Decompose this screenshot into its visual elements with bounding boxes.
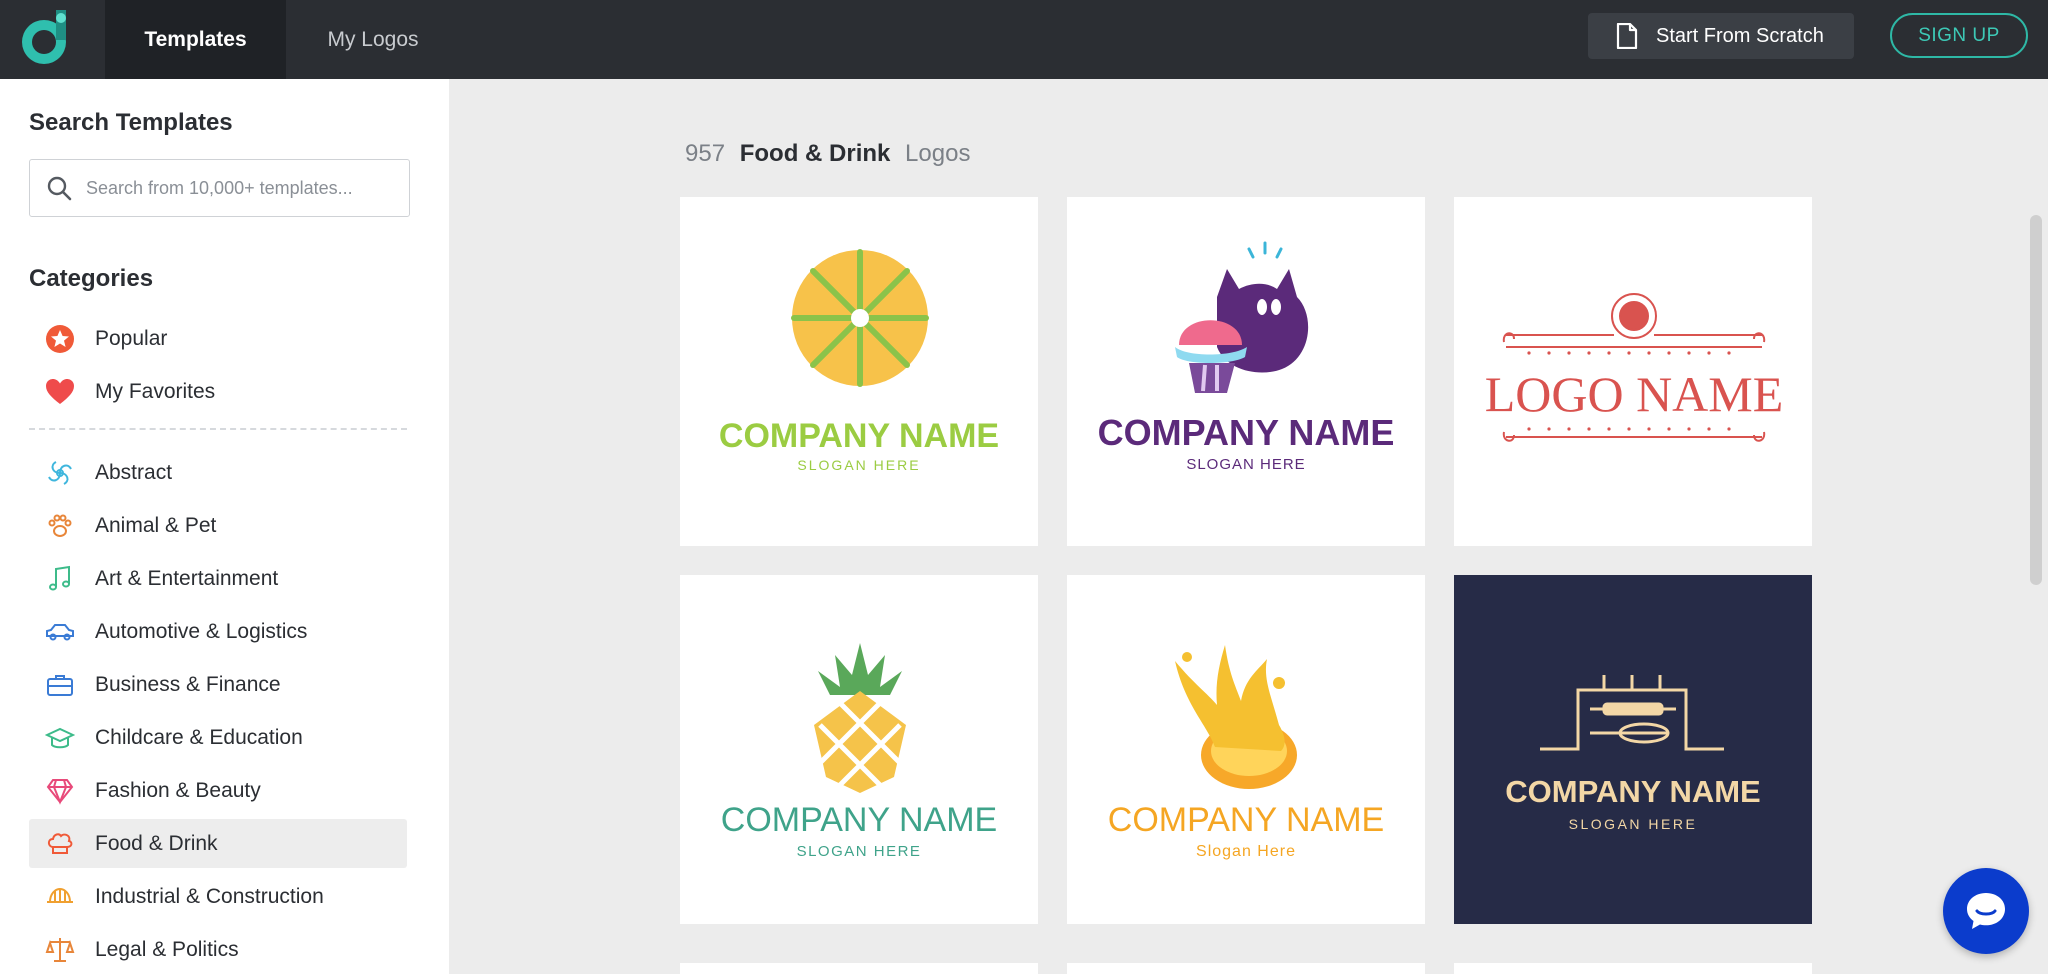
- sidebar-item-label: Industrial & Construction: [95, 884, 324, 908]
- sidebar-item-label: Automotive & Logistics: [95, 619, 308, 643]
- template-card-citrus[interactable]: COMPANY NAME SLOGAN HERE: [680, 197, 1038, 546]
- template-card-bakery-tools[interactable]: COMPANY NAME SLOGAN HERE: [1454, 575, 1812, 924]
- sidebar-item-childcare-education[interactable]: Childcare & Education: [29, 713, 407, 762]
- briefcase-icon: [45, 670, 75, 700]
- juice-splash-logo-icon: [1175, 645, 1297, 789]
- template-title: COMPANY NAME: [721, 801, 997, 839]
- brand-logo-icon[interactable]: [16, 6, 74, 68]
- template-title: LOGO NAME: [1485, 366, 1784, 422]
- sign-up-label: SIGN UP: [1918, 24, 2000, 46]
- sidebar-item-my-favorites[interactable]: My Favorites: [29, 367, 407, 416]
- template-slogan: SLOGAN HERE: [797, 457, 920, 473]
- paw-icon: [45, 511, 75, 541]
- music-note-icon: [45, 564, 75, 594]
- sidebar-item-legal-politics[interactable]: Legal & Politics: [29, 925, 407, 974]
- template-card-juice-splash[interactable]: COMPANY NAME Slogan Here: [1067, 575, 1425, 924]
- template-slogan: SLOGAN HERE: [1569, 816, 1698, 832]
- sidebar-item-label: Food & Drink: [95, 831, 218, 855]
- template-card-vintage-frame[interactable]: LOGO NAME: [1454, 197, 1812, 546]
- results-heading: 957 Food & Drink Logos: [685, 140, 970, 168]
- search-icon: [47, 176, 72, 201]
- sidebar-item-abstract[interactable]: Abstract: [29, 448, 407, 497]
- search-heading: Search Templates: [29, 109, 233, 136]
- search-box[interactable]: [29, 159, 410, 217]
- sidebar-item-label: Art & Entertainment: [95, 566, 279, 590]
- template-card-partial[interactable]: [680, 963, 1038, 974]
- sidebar-item-fashion-beauty[interactable]: Fashion & Beauty: [29, 766, 407, 815]
- search-input[interactable]: [86, 177, 386, 199]
- template-card-partial[interactable]: [1067, 963, 1425, 974]
- swirl-icon: [45, 458, 75, 488]
- heart-icon: [45, 377, 75, 407]
- tab-my-logos-label: My Logos: [327, 27, 419, 51]
- chat-button[interactable]: [1943, 868, 2029, 954]
- start-from-scratch-button[interactable]: Start From Scratch: [1588, 13, 1854, 59]
- tab-templates[interactable]: Templates: [105, 0, 286, 79]
- template-card-partial[interactable]: [1454, 963, 1812, 974]
- graduation-cap-icon: [45, 723, 75, 753]
- sidebar-item-label: Business & Finance: [95, 672, 281, 696]
- results-suffix: Logos: [905, 140, 971, 167]
- sidebar-item-label: Childcare & Education: [95, 725, 303, 749]
- results-count: 957: [685, 140, 726, 167]
- template-slogan: SLOGAN HERE: [1186, 456, 1305, 473]
- sidebar-item-label: Fashion & Beauty: [95, 778, 261, 802]
- sidebar-item-food-drink[interactable]: Food & Drink: [29, 819, 407, 868]
- sidebar-item-automotive-logistics[interactable]: Automotive & Logistics: [29, 607, 407, 656]
- document-icon: [1616, 23, 1638, 49]
- tab-my-logos[interactable]: My Logos: [286, 0, 460, 79]
- car-icon: [45, 617, 75, 647]
- diamond-icon: [45, 776, 75, 806]
- template-title: COMPANY NAME: [719, 417, 999, 455]
- sidebar-item-industrial-construction[interactable]: Industrial & Construction: [29, 872, 407, 921]
- sidebar-item-label: Legal & Politics: [95, 937, 239, 961]
- sidebar-item-popular[interactable]: Popular: [29, 314, 407, 363]
- sidebar-item-art-entertainment[interactable]: Art & Entertainment: [29, 554, 407, 603]
- sidebar-item-animal-pet[interactable]: Animal & Pet: [29, 501, 407, 550]
- scales-icon: [45, 935, 75, 965]
- template-card-cat-cupcake[interactable]: COMPANY NAME SLOGAN HERE: [1067, 197, 1425, 546]
- template-title: COMPANY NAME: [1505, 774, 1760, 809]
- sidebar-item-label: Animal & Pet: [95, 513, 217, 537]
- sidebar-item-label: Popular: [95, 326, 168, 350]
- sidebar-item-business-finance[interactable]: Business & Finance: [29, 660, 407, 709]
- template-title: COMPANY NAME: [1108, 801, 1384, 839]
- bakery-tools-logo-icon: [1540, 675, 1724, 751]
- chat-bubble-icon: [1967, 893, 2005, 929]
- template-slogan: SLOGAN HERE: [797, 843, 922, 860]
- results-category: Food & Drink: [739, 140, 891, 167]
- pineapple-logo-icon: [813, 643, 907, 793]
- sign-up-button[interactable]: SIGN UP: [1890, 13, 2028, 58]
- sidebar-divider: [29, 428, 407, 430]
- star-badge-icon: [45, 324, 75, 354]
- chef-hat-icon: [45, 829, 75, 859]
- categories-heading: Categories: [29, 265, 154, 292]
- template-card-pineapple[interactable]: COMPANY NAME SLOGAN HERE: [680, 575, 1038, 924]
- citrus-logo-icon: [791, 249, 929, 387]
- tab-templates-label: Templates: [144, 27, 247, 51]
- sidebar-item-label: My Favorites: [95, 379, 216, 403]
- template-title: COMPANY NAME: [1098, 412, 1395, 453]
- top-navigation-bar: Templates My Logos Start From Scratch SI…: [0, 0, 2048, 79]
- sidebar: Search Templates Categories Popular My F…: [0, 79, 449, 974]
- scrollbar-thumb[interactable]: [2030, 215, 2042, 585]
- cat-cupcake-logo-icon: [1175, 241, 1309, 393]
- template-slogan: Slogan Here: [1196, 843, 1296, 860]
- hard-hat-icon: [45, 882, 75, 912]
- start-from-scratch-label: Start From Scratch: [1656, 24, 1824, 47]
- sidebar-item-label: Abstract: [95, 460, 173, 484]
